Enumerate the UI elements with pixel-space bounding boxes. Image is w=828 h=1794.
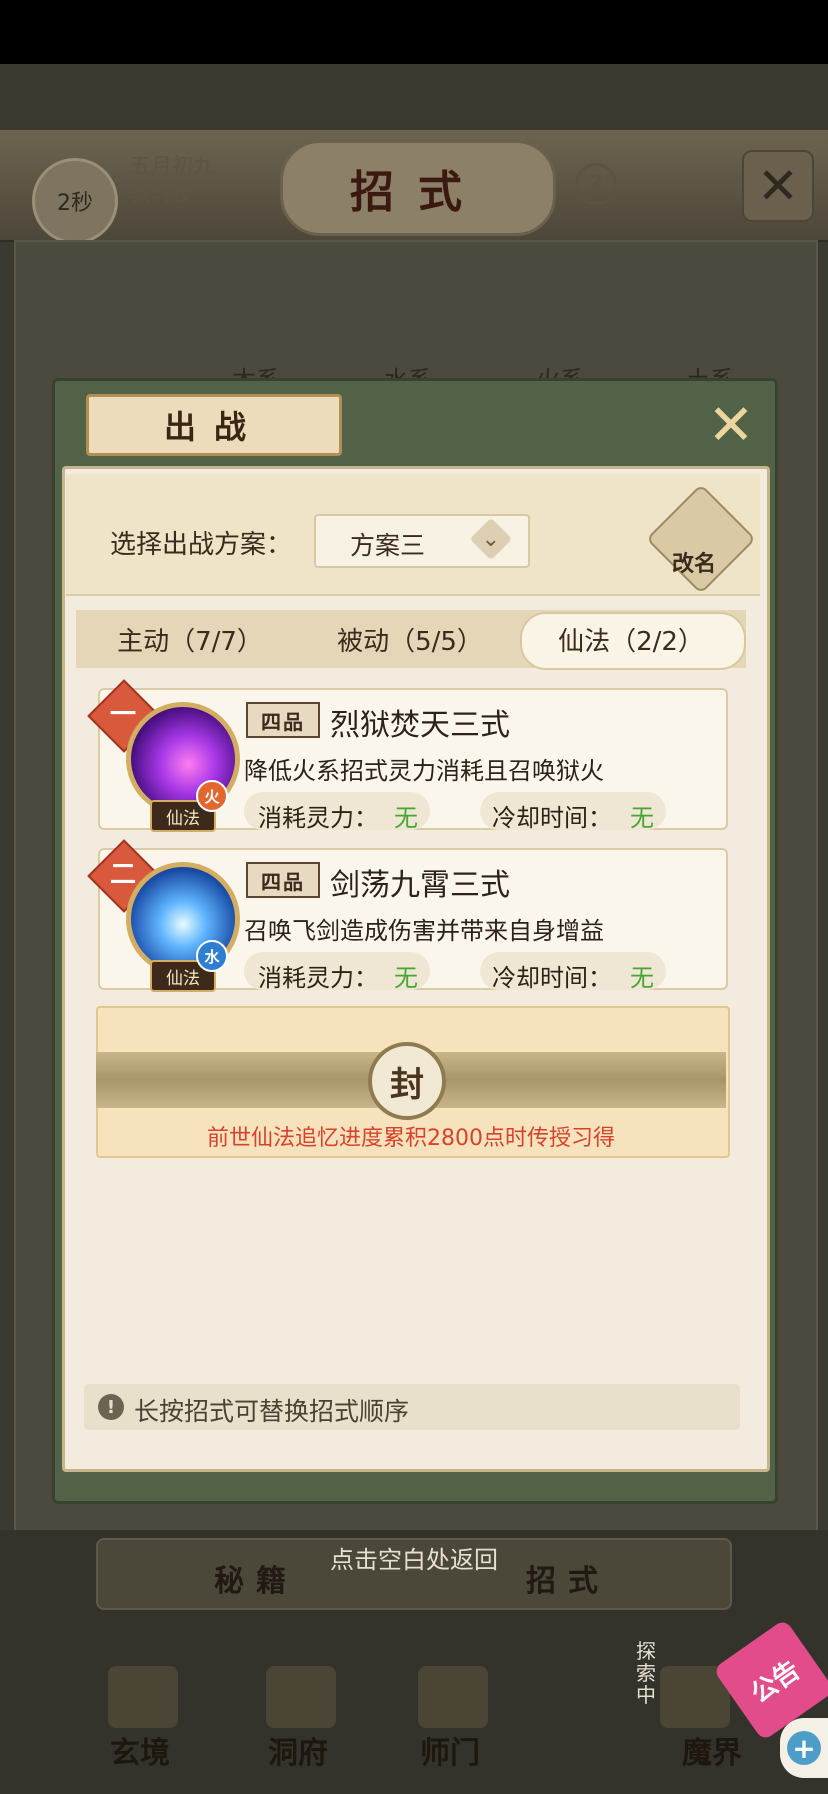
dialog-title: 出战 [86,394,342,456]
cost-value: 无 [394,964,418,992]
plus-icon: + [787,1731,821,1765]
tab-passive-skills[interactable]: 被动（5/5） [310,610,510,668]
dongfu-icon [266,1666,336,1728]
notice-label: 公告 [745,1654,806,1710]
close-icon[interactable]: ✕ [742,150,814,222]
nav-xuanjing[interactable]: 玄境 [110,1728,170,1772]
game-time: 亥时夜 [130,182,193,206]
rename-label[interactable]: 改名 [672,546,716,578]
float-plus-button[interactable]: + [780,1718,828,1778]
nav-dongfu[interactable]: 洞府 [268,1728,328,1772]
scheme-label: 选择出战方案： [110,530,293,560]
element-badge: 水 [196,940,228,972]
skill-description: 降低火系招式灵力消耗且召唤狱火 [244,757,604,785]
grade-badge: 四品 [246,702,320,738]
exploring-label: 探索中 [636,1639,656,1707]
page-title: 招式 [280,140,556,236]
xuanjing-icon [108,1666,178,1728]
cooldown-label: 冷却时间： [492,804,612,832]
nav-mojie[interactable]: 魔界 [682,1728,742,1772]
cost-value: 无 [394,804,418,832]
shimen-icon [418,1666,488,1728]
grade-badge: 四品 [246,862,320,898]
reorder-hint: 长按招式可替换招式顺序 [134,1397,410,1426]
tap-to-return-hint[interactable]: 点击空白处返回 [0,1540,828,1575]
help-icon[interactable]: ? [575,163,617,205]
cost-label: 消耗灵力： [258,964,378,992]
scheme-value[interactable]: 方案三 [350,526,425,562]
info-icon: ! [98,1394,124,1420]
cooldown-value: 无 [630,804,654,832]
skill-name: 剑荡九霄三式 [330,868,510,903]
close-icon[interactable]: ✕ [700,393,762,458]
seal-icon: 封 [368,1042,446,1120]
skill-name: 烈狱焚天三式 [330,708,510,743]
tab-immortal-arts[interactable]: 仙法（2/2） [524,610,738,668]
cooldown-label: 冷却时间： [492,964,612,992]
unlock-condition: 前世仙法追忆进度累积2800点时传授习得 [207,1126,615,1151]
element-badge: 火 [196,780,228,812]
cost-label: 消耗灵力： [258,804,378,832]
tab-active-skills[interactable]: 主动（7/7） [90,610,290,668]
timer-badge: 2秒 [32,158,118,244]
nav-shimen[interactable]: 师门 [420,1728,480,1772]
skill-description: 召唤飞剑造成伤害并带来自身增益 [244,917,604,945]
cooldown-value: 无 [630,964,654,992]
game-date: 五月初九 [130,154,214,178]
